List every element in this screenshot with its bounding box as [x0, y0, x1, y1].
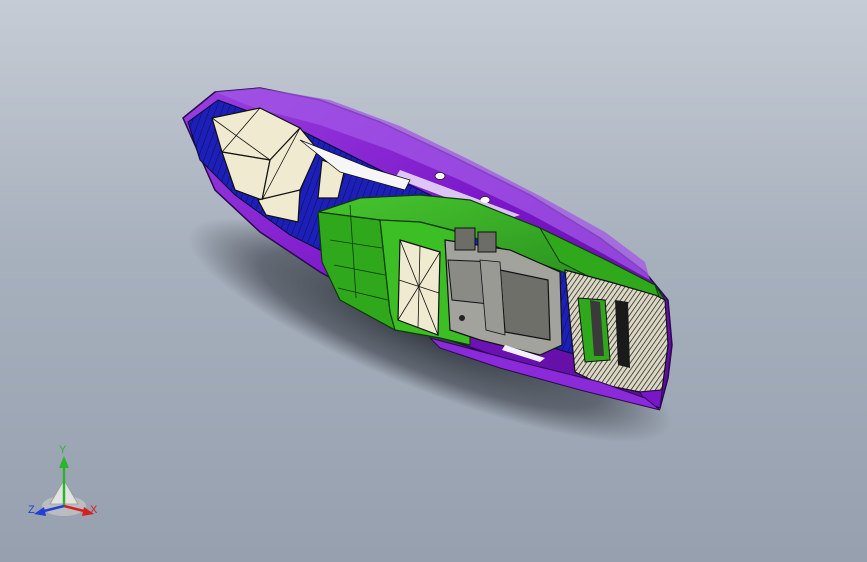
coordinate-triad[interactable]: Y X Z	[26, 444, 106, 526]
y-axis-label: Y	[59, 444, 67, 456]
rear-window[interactable]	[397, 239, 441, 336]
boat-model[interactable]	[0, 0, 867, 562]
z-axis-label: Z	[28, 504, 35, 516]
graphics-viewport[interactable]: Y X Z	[0, 0, 867, 562]
x-axis-label: X	[90, 504, 98, 516]
